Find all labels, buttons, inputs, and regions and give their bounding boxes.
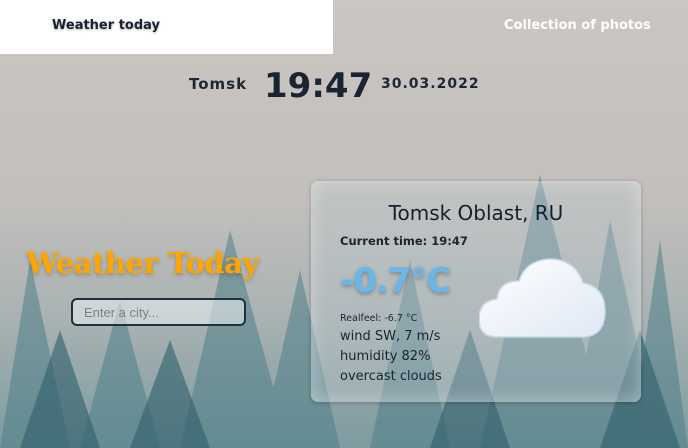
top-nav: Weather today Collection of photos xyxy=(0,0,688,54)
nav-weather-today[interactable]: Weather today xyxy=(52,18,160,33)
location-title: Tomsk Oblast, RU xyxy=(388,201,564,225)
temperature: -0.7°C xyxy=(340,261,451,301)
wind: wind SW, 7 m/s xyxy=(340,329,441,344)
weather-card: Tomsk Oblast, RU Current time: 19:47 -0.… xyxy=(311,181,641,402)
clock-date: 30.03.2022 xyxy=(381,76,480,92)
humidity: humidity 82% xyxy=(340,349,431,364)
current-time: Current time: 19:47 xyxy=(340,234,468,248)
brand-title: Weather Today xyxy=(26,246,259,280)
city-search-input[interactable] xyxy=(71,298,246,326)
clock-bar: Tomsk 19:47 30.03.2022 xyxy=(0,66,688,106)
clock-city: Tomsk xyxy=(189,75,248,93)
cloud-icon xyxy=(479,258,606,338)
realfeel: Realfeel: -6.7 °C xyxy=(340,313,418,324)
weather-description: overcast clouds xyxy=(340,369,442,384)
clock-time: 19:47 xyxy=(264,66,373,106)
nav-active-tab-bg xyxy=(0,0,333,54)
nav-collection-of-photos[interactable]: Collection of photos xyxy=(504,18,651,33)
